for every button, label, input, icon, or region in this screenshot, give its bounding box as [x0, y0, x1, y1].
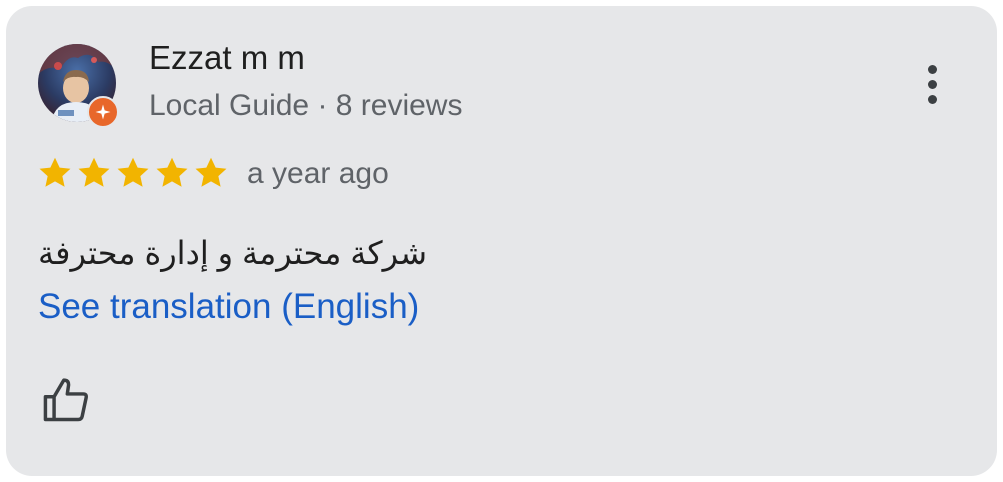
- thumb-up-outline-icon: [43, 378, 88, 422]
- local-guide-star-badge: [87, 96, 119, 128]
- see-translation-link[interactable]: See translation (English): [38, 287, 419, 327]
- review-time: a year ago: [247, 157, 389, 190]
- more-options-button[interactable]: [912, 56, 952, 112]
- review-text: شركة محترمة و إدارة محترفة: [38, 235, 428, 271]
- more-vert-icon-dot: [927, 94, 937, 104]
- review-card: Ezzat m m Local Guide · 8 reviews a year…: [6, 6, 997, 476]
- author-name[interactable]: Ezzat m m: [149, 39, 305, 77]
- star-badge-icon: [95, 104, 111, 120]
- like-button[interactable]: [40, 374, 92, 426]
- author-avatar[interactable]: [38, 44, 119, 128]
- star-icon: [117, 157, 149, 187]
- star-icon: [195, 157, 227, 187]
- author-meta: Local Guide · 8 reviews: [149, 89, 463, 122]
- star-rating: [37, 155, 229, 191]
- more-vert-icon-dot: [927, 79, 937, 89]
- star-icon: [39, 157, 71, 187]
- star-icon: [156, 157, 188, 187]
- star-icon: [78, 157, 110, 187]
- more-vert-icon: [927, 64, 937, 74]
